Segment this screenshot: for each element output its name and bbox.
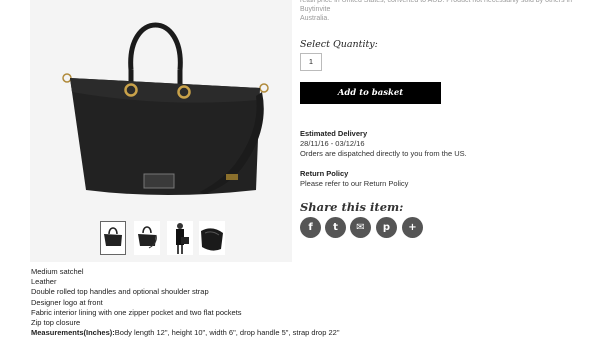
return-policy-link[interactable]: Please refer to our Return Policy bbox=[300, 179, 408, 188]
product-details: Medium satchel Leather Double rolled top… bbox=[31, 267, 340, 338]
detail-line: Leather bbox=[31, 277, 57, 287]
return-policy-heading: Return Policy bbox=[300, 169, 349, 178]
detail-line: Designer logo at front bbox=[31, 297, 103, 307]
price-notice-line-2: Australia. bbox=[300, 15, 330, 22]
add-to-basket-button[interactable]: Add to basket bbox=[300, 82, 441, 104]
pinterest-icon[interactable]: p bbox=[376, 217, 397, 238]
detail-line: Medium satchel bbox=[31, 267, 84, 276]
email-icon[interactable]: ✉ bbox=[350, 217, 371, 238]
detail-line: Fabric interior lining with one zipper p… bbox=[31, 307, 242, 317]
facebook-icon[interactable]: f bbox=[300, 217, 321, 238]
price-notice: retail price in United States, converted… bbox=[300, 0, 600, 23]
thumbnail-bag-front[interactable] bbox=[100, 221, 126, 255]
more-icon[interactable]: + bbox=[402, 217, 423, 238]
thumbnail-model-view[interactable] bbox=[167, 221, 193, 255]
quantity-label: Select Quantity: bbox=[300, 39, 378, 50]
main-product-image[interactable] bbox=[30, 0, 292, 218]
delivery-note: Orders are dispatched directly to you fr… bbox=[300, 149, 467, 158]
price-notice-line-1: retail price in United States, converted… bbox=[300, 0, 572, 13]
product-gallery bbox=[30, 0, 292, 262]
share-title: Share this item: bbox=[300, 200, 404, 214]
measurements-line: Measurements(Inches):Body length 12", he… bbox=[31, 328, 340, 338]
delivery-heading: Estimated Delivery bbox=[300, 129, 368, 138]
detail-line: Zip top closure bbox=[31, 318, 81, 328]
thumbnail-bag-interior[interactable] bbox=[199, 221, 225, 255]
quantity-input[interactable]: 1 bbox=[300, 53, 322, 71]
thumbnail-bag-strap[interactable] bbox=[134, 221, 160, 255]
detail-line: Double rolled top handles and optional s… bbox=[31, 287, 209, 297]
measurements-value: Body length 12", height 10", width 6", d… bbox=[114, 328, 340, 338]
twitter-icon[interactable]: t bbox=[325, 217, 346, 238]
delivery-dates: 28/11/16 - 03/12/16 bbox=[300, 139, 365, 148]
measurements-label: Measurements(Inches): bbox=[31, 328, 115, 338]
